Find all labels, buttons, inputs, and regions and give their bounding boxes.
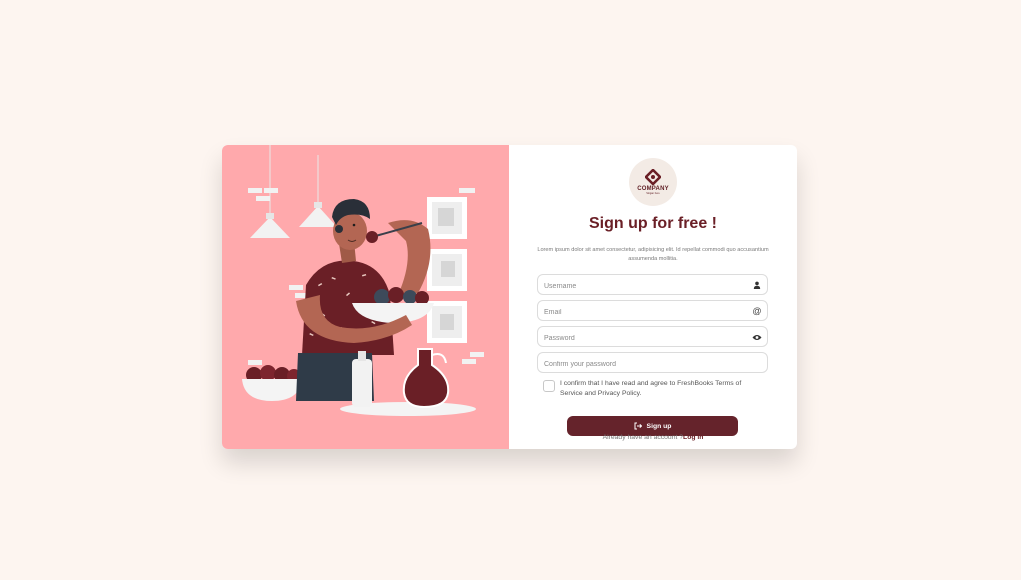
illustration-panel: [222, 145, 509, 449]
confirm-password-field: [537, 352, 768, 374]
form-title: Sign up for free !: [589, 215, 717, 232]
brand-tagline: Slogan here: [646, 192, 660, 195]
company-logo-icon: [645, 169, 661, 185]
cooking-man-illustration: [242, 145, 484, 416]
username-input[interactable]: [538, 277, 767, 296]
at-icon: @: [752, 306, 762, 316]
sign-in-arrow-icon: [634, 422, 642, 430]
confirm-password-input[interactable]: [538, 355, 767, 374]
terms-checkbox[interactable]: [543, 380, 555, 392]
password-field: [537, 326, 768, 348]
email-field: @: [537, 300, 768, 322]
terms-label: I confirm that I have read and agree to …: [560, 380, 742, 397]
login-prompt: Already have an account ?: [602, 434, 684, 441]
form-description: Lorem ipsum dolor sit amet consectetur, …: [537, 247, 769, 262]
password-input[interactable]: [538, 329, 767, 348]
username-field: [537, 274, 768, 296]
login-prompt-line: Already have an account ?Log in: [509, 434, 797, 441]
signup-form-panel: COMPANY Slogan here Sign up for free ! L…: [509, 145, 797, 449]
person-icon: [752, 280, 762, 290]
signup-card: COMPANY Slogan here Sign up for free ! L…: [222, 145, 797, 449]
email-input[interactable]: [538, 303, 767, 322]
eye-icon[interactable]: [752, 332, 762, 342]
sign-up-label: Sign up: [646, 422, 672, 430]
log-in-link[interactable]: Log in: [683, 434, 703, 441]
company-logo: COMPANY Slogan here: [629, 158, 677, 206]
sign-up-button[interactable]: Sign up: [567, 416, 738, 436]
